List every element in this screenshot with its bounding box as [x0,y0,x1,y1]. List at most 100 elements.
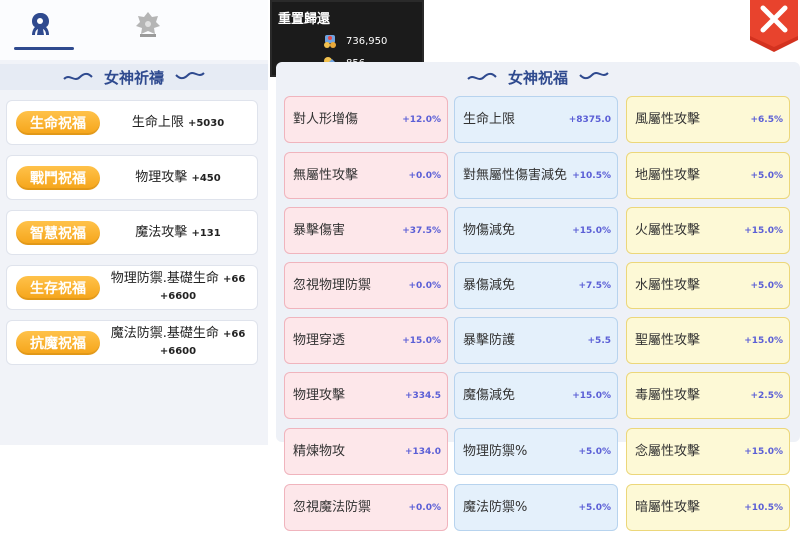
reset-item-coins: 736,950 [322,32,387,50]
blessing-badge[interactable]: 智慧祝福 [16,221,100,245]
stat-value: +15.0% [402,335,441,346]
stat-label: 物理攻擊 [293,387,346,403]
blessing-stat-value: +66 [222,329,246,340]
stat-label: 地屬性攻擊 [635,167,701,183]
close-icon [750,0,798,52]
stat-cell: 暗屬性攻擊 +10.5% [626,484,790,531]
stat-value: +37.5% [402,225,441,236]
stat-cell: 無屬性攻擊 +0.0% [284,152,448,199]
stat-cell: 物傷減免 +15.0% [454,207,618,254]
reset-item-amount: 736,950 [346,35,388,47]
goddess-prayer-panel: 女神祈禱 生命祝福 生命上限 +5030 戰鬥祝福 物理攻擊 +450 智慧祝福… [0,0,268,445]
stat-value: +15.0% [744,446,783,457]
blessing-badge[interactable]: 抗魔祝福 [16,331,100,355]
close-button[interactable] [748,0,800,52]
stat-label: 魔法防禦% [463,499,528,515]
blessing-stat-value: +131 [191,227,221,239]
stat-value: +15.0% [744,225,783,236]
stat-label: 忽視魔法防禦 [293,499,372,515]
stat-cell: 生命上限 +8375.0 [454,96,618,143]
stat-label: 生命上限 [463,111,516,127]
shrine-icon [136,12,160,37]
stat-value: +10.5% [572,170,611,181]
stat-value: +12.0% [402,114,441,125]
blessing-stat-value: +66 [222,274,246,285]
stat-cell: 火屬性攻擊 +15.0% [626,207,790,254]
stat-cell: 對人形增傷 +12.0% [284,96,448,143]
goddess-blessing-header: 女神祝福 [276,64,800,90]
stat-value: +0.0% [408,280,441,291]
blessing-stat-label: 物理防禦.基礎生命 [110,271,219,286]
blessing-stat: 魔法防禦.基礎生命 +66 +6600 [105,321,251,364]
stat-cell: 水屬性攻擊 +5.0% [626,262,790,309]
stat-cell: 暴傷減免 +7.5% [454,262,618,309]
stat-cell: 地屬性攻擊 +5.0% [626,152,790,199]
stat-value: +5.0% [750,170,783,181]
blessing-stat-value-secondary: +6600 [159,346,197,357]
blessing-stat-label: 生命上限 [131,114,184,130]
blessing-row-antimagic: 抗魔祝福 魔法防禦.基礎生命 +66 +6600 [6,320,258,365]
blessing-stat: 魔法攻擊 +131 [105,211,251,254]
stat-value: +5.5 [587,335,611,346]
stat-value: +5.0% [578,446,611,457]
stat-cell: 忽視物理防禦 +0.0% [284,262,448,309]
stat-label: 毒屬性攻擊 [635,387,701,403]
stat-label: 念屬性攻擊 [635,443,701,459]
coin-pile-icon [324,35,336,48]
stat-label: 暗屬性攻擊 [635,499,701,515]
blessing-badge[interactable]: 生存祝福 [16,276,100,300]
stat-value: +134.0 [404,446,441,457]
wave-ornament-icon [63,72,93,80]
stat-value: +15.0% [572,390,611,401]
stat-cell: 物理穿透 +15.0% [284,317,448,364]
stat-label: 暴擊傷害 [293,222,346,238]
stat-label: 魔傷減免 [463,387,516,403]
blessing-badge[interactable]: 生命祝福 [16,111,100,135]
stat-value: +15.0% [572,225,611,236]
stat-value: +5.0% [750,280,783,291]
blessing-badge[interactable]: 戰鬥祝福 [16,166,100,190]
blessing-row-battle: 戰鬥祝福 物理攻擊 +450 [6,155,258,200]
reset-return-title: 重置歸還 [278,12,331,27]
tab-goddess[interactable] [10,0,74,50]
blessing-row-life: 生命祝福 生命上限 +5030 [6,100,258,145]
stat-label: 物理防禦% [463,443,528,459]
stat-cell: 暴擊傷害 +37.5% [284,207,448,254]
stat-label: 忽視物理防禦 [293,277,372,293]
stat-cell: 風屬性攻擊 +6.5% [626,96,790,143]
blessing-stat: 生命上限 +5030 [105,101,251,144]
stat-label: 精煉物攻 [293,443,346,459]
stat-label: 對無屬性傷害減免 [463,167,568,183]
blessing-stat-value-secondary: +6600 [159,291,197,302]
goddess-icon [32,13,49,35]
stat-label: 暴傷減免 [463,277,516,293]
stat-cell: 魔法防禦% +5.0% [454,484,618,531]
tab-shrine[interactable] [118,0,178,50]
stat-value: +334.5 [404,390,441,401]
stat-cell: 魔傷減免 +15.0% [454,372,618,419]
blessing-stat-label: 魔法防禦.基礎生命 [110,326,219,341]
wave-ornament-icon [579,72,609,80]
wave-ornament-icon [467,72,497,80]
stat-value: +8375.0 [568,114,611,125]
stat-cell: 暴擊防護 +5.5 [454,317,618,364]
blessing-stat-value: +450 [191,172,221,184]
stat-value: +7.5% [578,280,611,291]
stat-value: +6.5% [750,114,783,125]
blessing-stat: 物理防禦.基礎生命 +66 +6600 [105,266,251,309]
stat-value: +2.5% [750,390,783,401]
stat-label: 聖屬性攻擊 [635,332,701,348]
stat-value: +0.0% [408,170,441,181]
stat-label: 水屬性攻擊 [635,277,701,293]
blessing-stat: 物理攻擊 +450 [105,156,251,199]
stat-label: 風屬性攻擊 [635,111,701,127]
stat-value: +0.0% [408,502,441,513]
goddess-prayer-title: 女神祈禱 [103,68,164,87]
blessing-stat-value: +5030 [187,117,225,129]
stat-cell: 物理攻擊 +334.5 [284,372,448,419]
stat-value: +5.0% [578,502,611,513]
stat-cell: 毒屬性攻擊 +2.5% [626,372,790,419]
blessing-stat-label: 物理攻擊 [135,169,188,185]
stat-label: 暴擊防護 [463,332,516,348]
stat-label: 物傷減免 [463,222,516,238]
